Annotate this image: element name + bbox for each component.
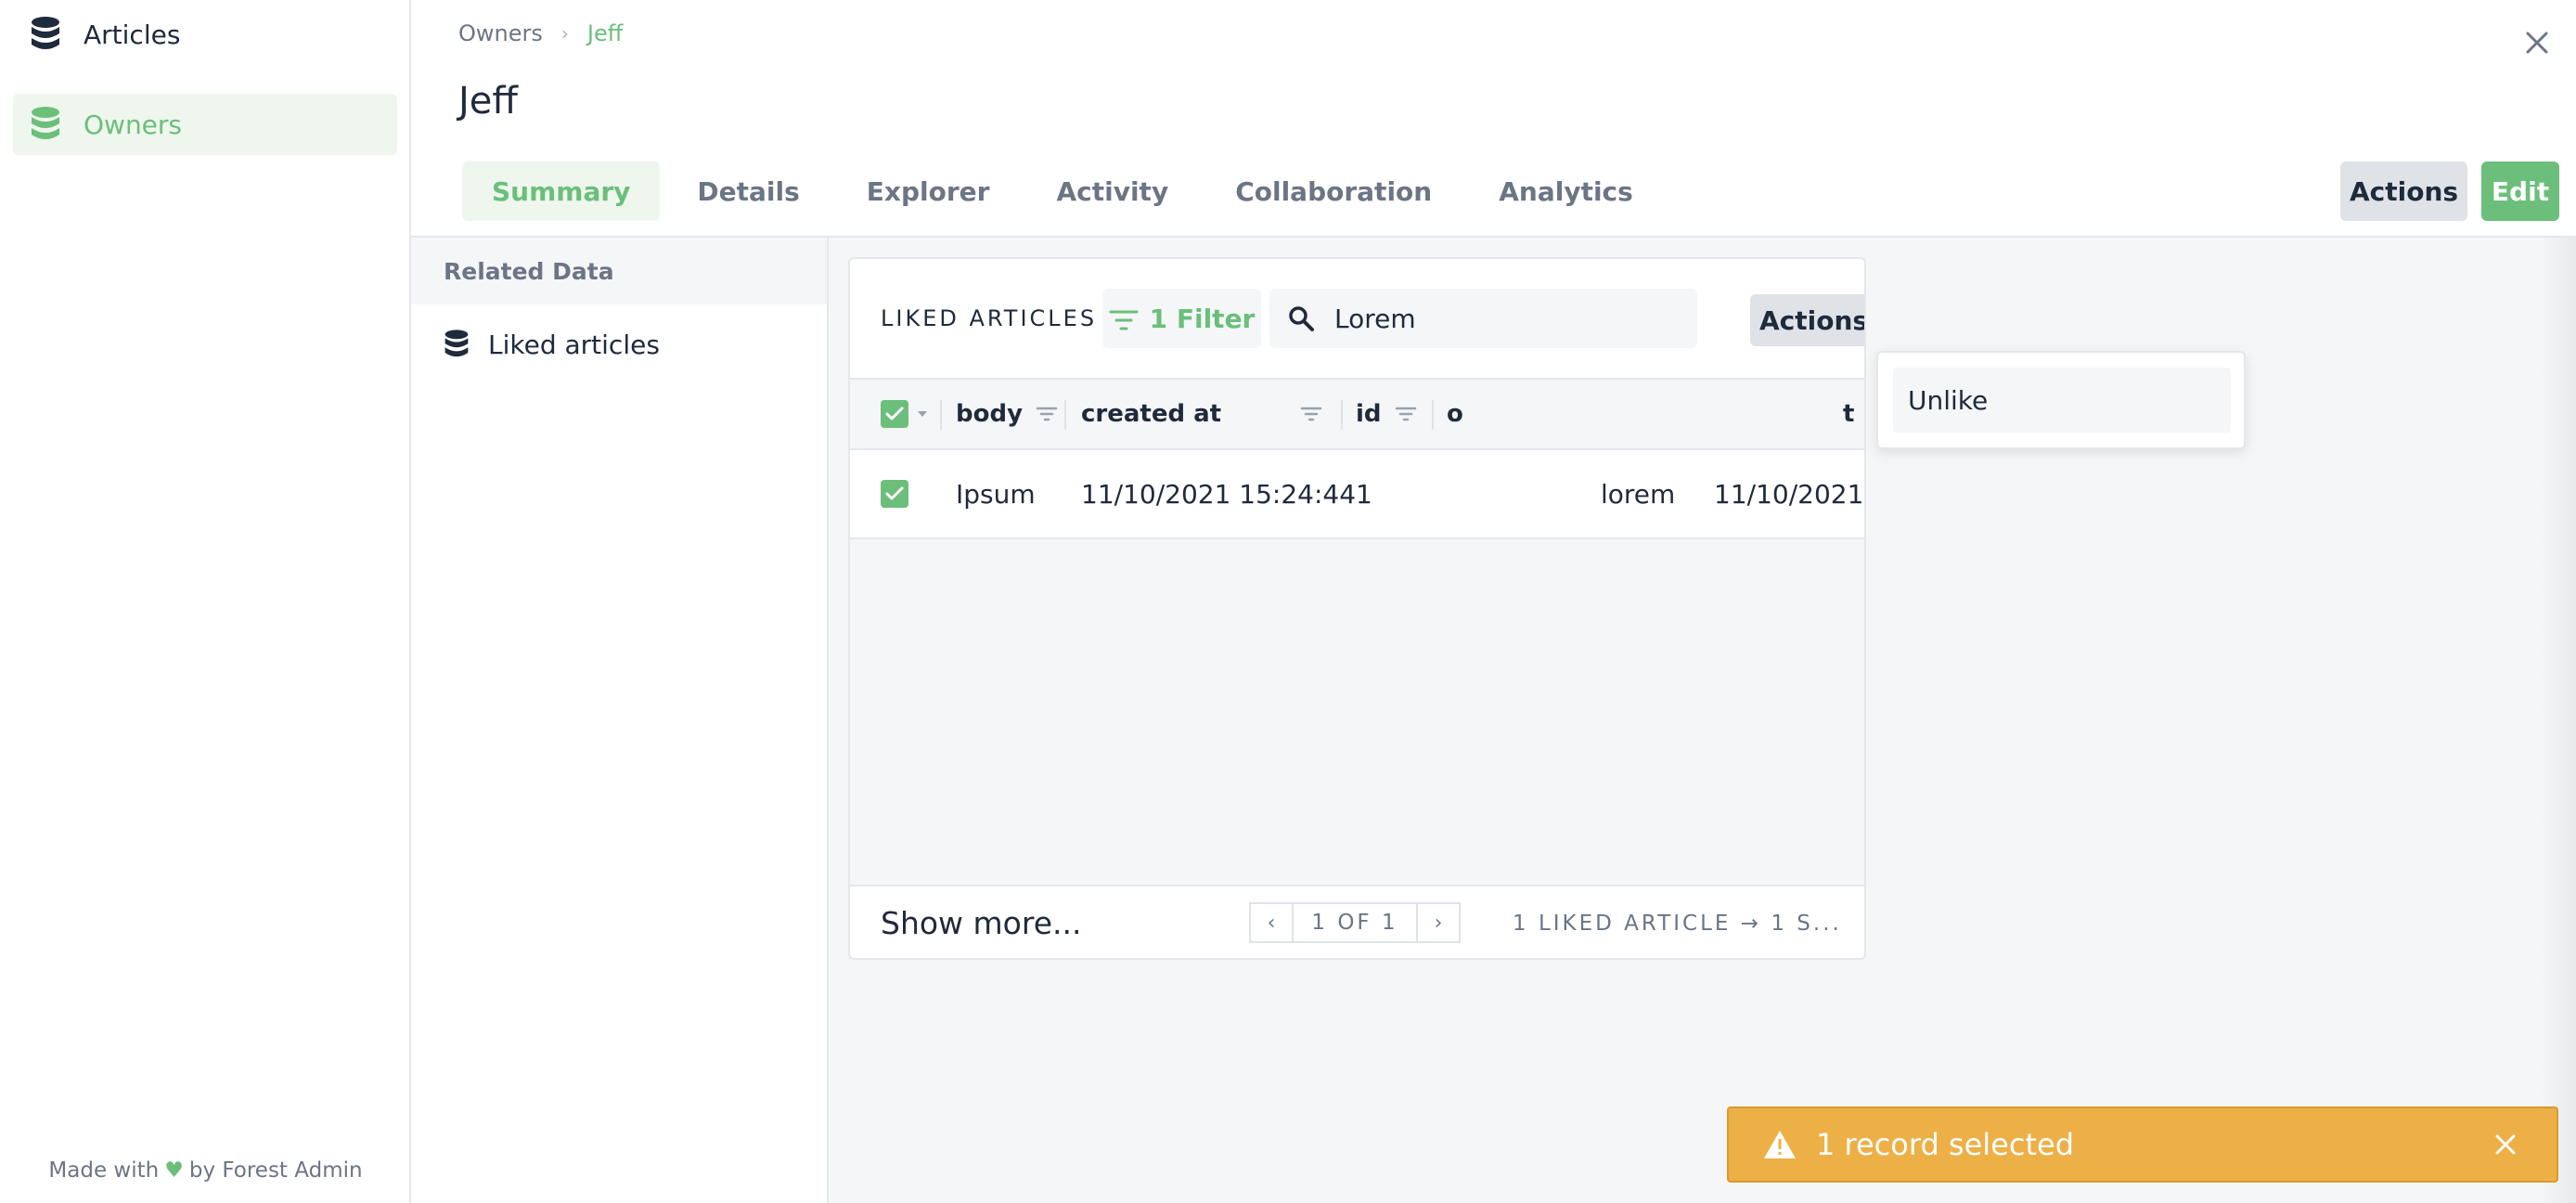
sidebar-item-label: Articles — [84, 19, 181, 50]
heart-icon: ♥ — [164, 1158, 184, 1183]
database-icon — [444, 329, 471, 360]
cell-id: 1 — [1356, 478, 1372, 510]
filter-icon[interactable] — [1300, 406, 1322, 422]
page-indicator: 1 OF 1 — [1294, 902, 1416, 943]
database-icon — [30, 16, 63, 53]
column-separator — [1341, 400, 1343, 430]
table-header: body created at id o t — [850, 378, 1864, 450]
tab-details[interactable]: Details — [667, 162, 829, 221]
edit-button[interactable]: Edit — [2481, 162, 2559, 221]
related-data-panel: Related Data Liked articles — [411, 238, 829, 1203]
sidebar-item-articles[interactable]: Articles — [13, 4, 397, 65]
sidebar-item-owners[interactable]: Owners — [13, 94, 397, 155]
search-input[interactable] — [1333, 302, 1689, 335]
tab-collaboration[interactable]: Collaboration — [1205, 162, 1462, 221]
table-row[interactable]: Ipsum 11/10/2021 15:24:44 1 lorem 11/10/… — [850, 450, 1864, 539]
tab-activity[interactable]: Activity — [1026, 162, 1198, 221]
cell-body: Ipsum — [956, 478, 1036, 510]
chevron-left-icon[interactable]: ‹ — [1249, 902, 1294, 943]
related-item-liked-articles[interactable]: Liked articles — [444, 329, 660, 360]
main-panel: Owners › Jeff Jeff Summary Details Explo… — [411, 0, 2576, 1203]
tab-explorer[interactable]: Explorer — [837, 162, 1020, 221]
card-title: LIKED ARTICLES — [881, 305, 1098, 331]
related-data-header: Related Data — [411, 238, 827, 304]
filter-icon[interactable] — [1395, 406, 1417, 422]
dropdown-item-unlike[interactable]: Unlike — [1893, 368, 2231, 433]
filter-button[interactable]: 1 Filter — [1102, 289, 1261, 348]
search-field[interactable] — [1269, 289, 1697, 348]
close-icon[interactable] — [2490, 1129, 2521, 1160]
database-icon — [30, 106, 63, 143]
filter-icon[interactable] — [1036, 406, 1058, 422]
column-header-id[interactable]: id — [1356, 380, 1417, 448]
caret-down-icon[interactable] — [916, 409, 929, 419]
app-sidebar: Articles Owners Made with ♥ by Forest Admi… — [0, 0, 411, 1203]
checkbox-checked-icon[interactable] — [881, 480, 908, 508]
filter-label: 1 Filter — [1149, 303, 1256, 334]
tab-analytics[interactable]: Analytics — [1469, 162, 1663, 221]
select-all[interactable] — [881, 380, 929, 448]
toast-message: 1 record selected — [1816, 1127, 2074, 1162]
column-header-updated-at[interactable]: t — [1843, 380, 1854, 448]
checkbox-checked-icon[interactable] — [881, 400, 908, 428]
liked-articles-card: LIKED ARTICLES 1 Filter Actions — [848, 257, 1866, 960]
close-icon[interactable] — [2517, 22, 2557, 63]
sidebar-item-label: Owners — [84, 109, 183, 140]
made-with-footer: Made with ♥ by Forest Admin — [48, 1158, 363, 1183]
chevron-right-icon: › — [560, 22, 569, 45]
cell-created-at: 11/10/2021 15:24:44 — [1081, 478, 1357, 510]
actions-button[interactable]: Actions — [2340, 162, 2467, 221]
show-more-link[interactable]: Show more... — [881, 886, 1081, 958]
selection-toast: 1 record selected — [1727, 1106, 2558, 1183]
column-separator — [1432, 400, 1434, 430]
column-separator — [940, 400, 942, 430]
pagination: ‹ 1 OF 1 › — [1249, 902, 1461, 945]
card-footer: Show more... ‹ 1 OF 1 › 1 LIKED ARTICLE … — [850, 885, 1864, 958]
column-header-created-at[interactable]: created at — [1081, 380, 1221, 448]
page-title: Jeff — [458, 80, 518, 123]
records-summary: 1 LIKED ARTICLE → 1 S... — [1513, 911, 1842, 936]
breadcrumb-parent[interactable]: Owners — [458, 20, 543, 46]
breadcrumb-current: Jeff — [586, 20, 624, 46]
table-empty-area — [850, 539, 1864, 885]
cell-updated-at: 11/10/2021 1 — [1714, 478, 1864, 510]
warning-icon — [1762, 1129, 1797, 1160]
column-header-owner[interactable]: o — [1447, 380, 1463, 448]
related-item-label: Liked articles — [488, 329, 660, 360]
edge-shadow — [2539, 238, 2576, 1203]
filter-icon — [1109, 307, 1139, 330]
column-separator — [1064, 400, 1066, 430]
record-tabs: Summary Details Explorer Activity Collab… — [462, 162, 1670, 221]
column-header-body[interactable]: body — [956, 380, 1058, 448]
chevron-right-icon[interactable]: › — [1416, 902, 1461, 943]
card-actions-button[interactable]: Actions — [1750, 294, 1864, 346]
cell-title: lorem — [1601, 478, 1676, 510]
tab-summary[interactable]: Summary — [462, 162, 661, 221]
card-toolbar: LIKED ARTICLES 1 Filter Actions — [850, 259, 1864, 378]
search-icon — [1286, 304, 1316, 333]
actions-dropdown: Unlike — [1876, 351, 2246, 449]
row-checkbox[interactable] — [881, 450, 908, 537]
breadcrumb: Owners › Jeff — [458, 20, 623, 46]
